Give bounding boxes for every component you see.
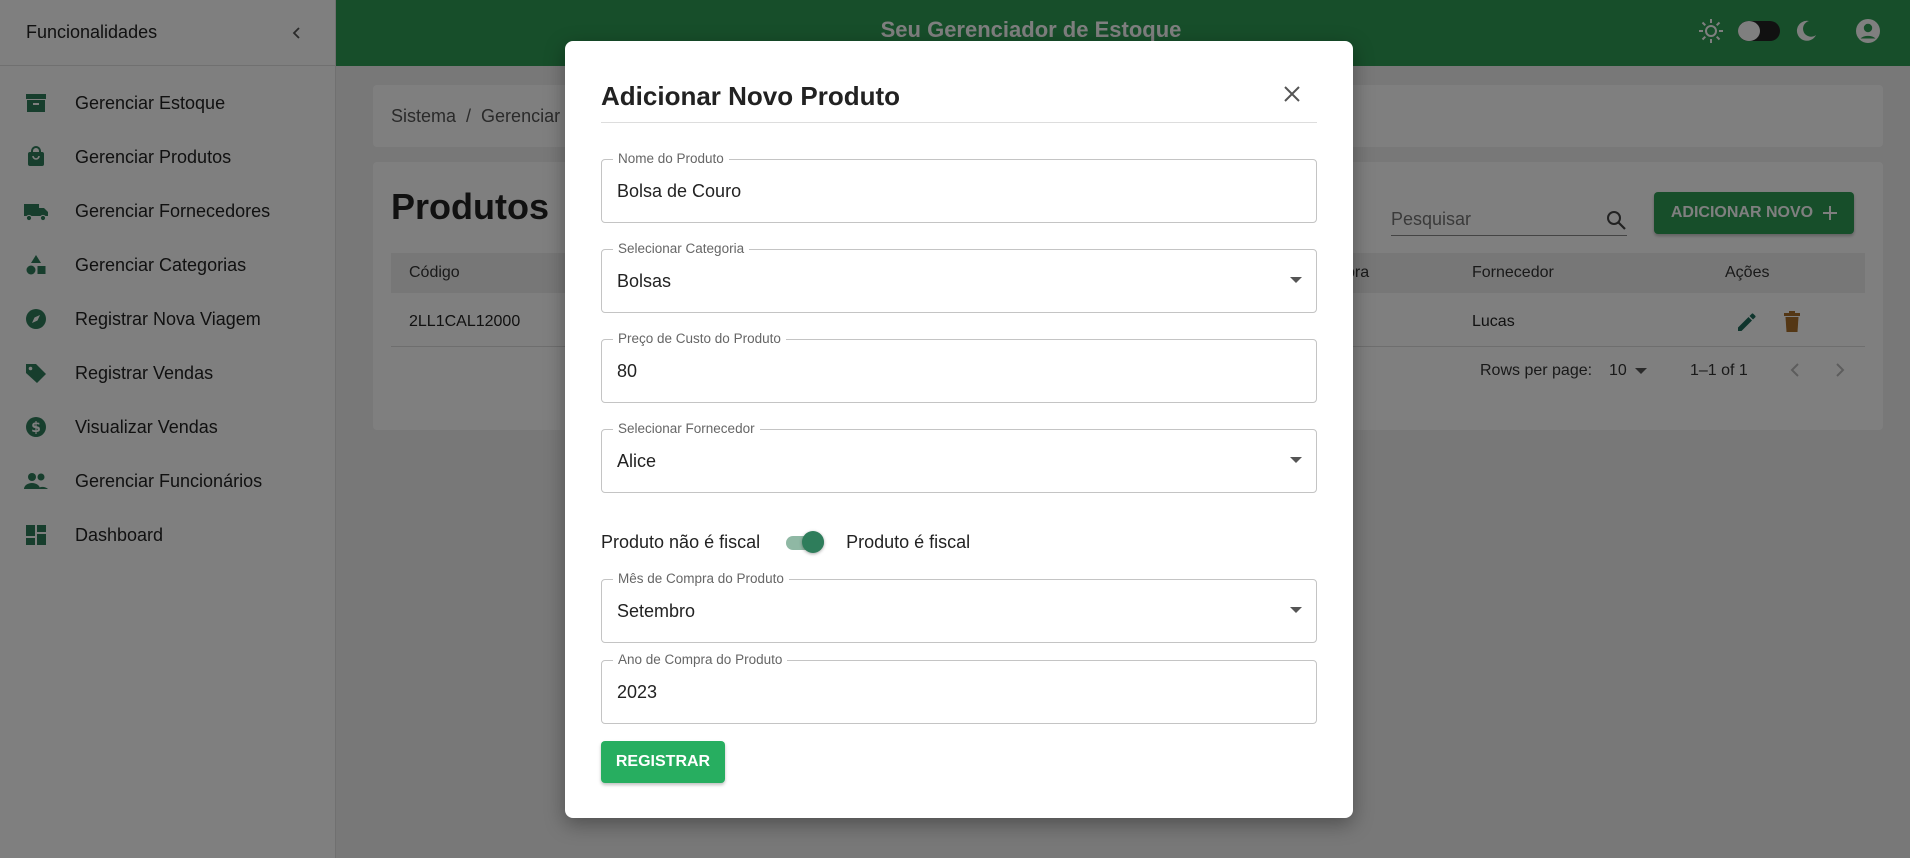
modal-header: Adicionar Novo Produto <box>601 81 1317 123</box>
cost-price-field[interactable]: Preço de Custo do Produto <box>601 330 1317 403</box>
purchase-year-input[interactable] <box>617 661 1297 723</box>
purchase-year-field[interactable]: Ano de Compra do Produto <box>601 651 1317 724</box>
close-button[interactable] <box>1281 83 1307 109</box>
fiscal-toggle[interactable] <box>782 527 828 557</box>
fiscal-on-label: Produto é fiscal <box>846 531 971 552</box>
caret-down-icon <box>1290 277 1302 283</box>
supplier-value: Alice <box>617 451 657 471</box>
category-value: Bolsas <box>617 271 672 291</box>
fiscal-switch-row: Produto não é fiscal Produto é fiscal <box>601 527 970 557</box>
add-product-modal: Adicionar Novo Produto Nome do Produto S… <box>565 41 1353 818</box>
cost-price-input[interactable] <box>617 340 1297 402</box>
product-name-field[interactable]: Nome do Produto <box>601 150 1317 223</box>
purchase-month-value: Setembro <box>617 601 696 621</box>
fiscal-off-label: Produto não é fiscal <box>601 531 761 552</box>
caret-down-icon <box>1290 607 1302 613</box>
register-button[interactable]: REGISTRAR <box>601 741 725 783</box>
category-select[interactable]: Selecionar Categoria Bolsas <box>601 240 1317 313</box>
product-name-input[interactable] <box>617 160 1297 222</box>
fiscal-toggle-thumb <box>802 531 825 553</box>
supplier-select[interactable]: Selecionar Fornecedor Alice <box>601 420 1317 493</box>
purchase-month-select[interactable]: Mês de Compra do Produto Setembro <box>601 570 1317 643</box>
caret-down-icon <box>1290 457 1302 463</box>
close-icon <box>1284 86 1300 102</box>
modal-title: Adicionar Novo Produto <box>601 81 900 111</box>
